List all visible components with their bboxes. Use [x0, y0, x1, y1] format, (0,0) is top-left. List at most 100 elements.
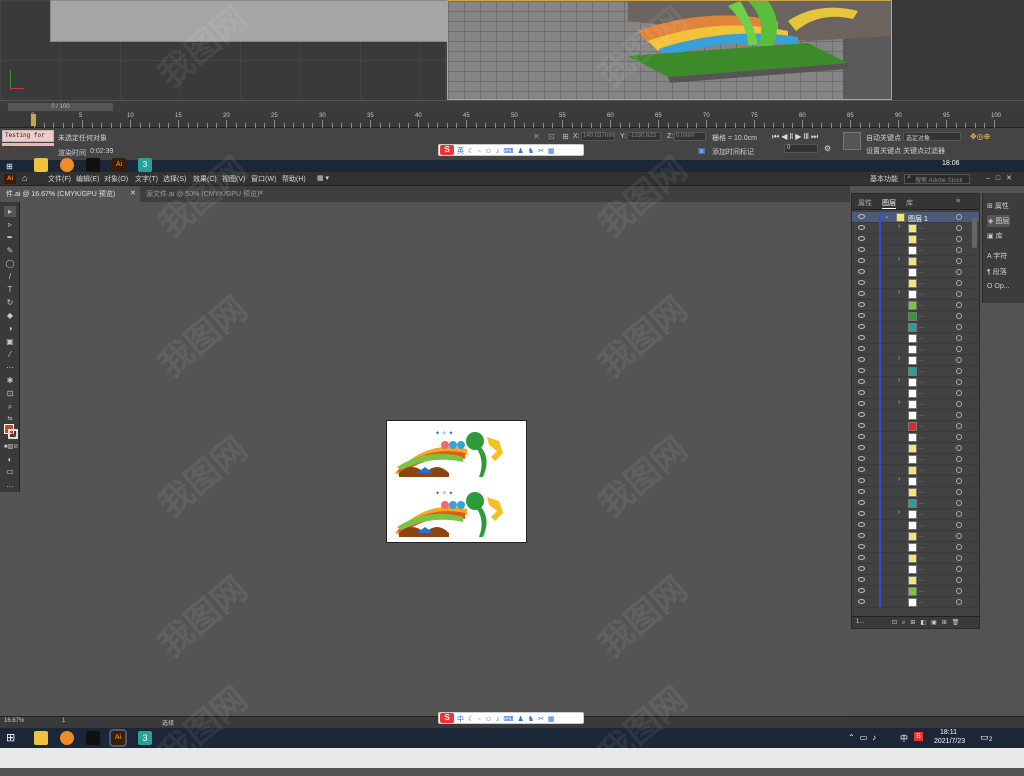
- target-circle-icon[interactable]: [956, 368, 962, 374]
- menu-help[interactable]: 帮助(H): [282, 174, 306, 184]
- lock-icon[interactable]: ✕: [533, 132, 540, 141]
- sublayer-name[interactable]: ...: [919, 566, 924, 572]
- visibility-eye-icon[interactable]: [858, 258, 865, 263]
- layer-sublayer-row[interactable]: ...: [852, 267, 979, 278]
- type-tool-icon[interactable]: T: [4, 284, 16, 295]
- expand-chevron-icon[interactable]: ›: [898, 223, 900, 230]
- expand-chevron-icon[interactable]: ⌄: [884, 212, 890, 220]
- playback-controls[interactable]: ⏮◀Ⅱ▶Ⅲ⏭: [772, 132, 820, 142]
- more-tools-icon[interactable]: …: [4, 479, 16, 490]
- clock-time[interactable]: 18:11: [940, 729, 957, 736]
- windows-start-icon[interactable]: ⊞: [6, 162, 13, 171]
- target-circle-icon[interactable]: [956, 269, 962, 275]
- target-circle-icon[interactable]: [956, 280, 962, 286]
- layer-row-top[interactable]: ⌄ 图层 1: [852, 212, 979, 223]
- dock-opentype[interactable]: O Op...: [987, 283, 1010, 290]
- layer-sublayer-row[interactable]: ...: [852, 366, 979, 377]
- layer-sublayer-row[interactable]: ...: [852, 520, 979, 531]
- layer-sublayer-row[interactable]: ...: [852, 575, 979, 586]
- target-circle-icon[interactable]: [956, 357, 962, 363]
- layer-sublayer-row[interactable]: ...: [852, 432, 979, 443]
- dock-layers[interactable]: ◈ 图层: [987, 215, 1011, 227]
- target-circle-icon[interactable]: [956, 390, 962, 396]
- visibility-eye-icon[interactable]: [858, 577, 865, 582]
- sublayer-name[interactable]: ...: [919, 236, 924, 242]
- pen-tool-icon[interactable]: ✒: [4, 232, 16, 243]
- browser-icon[interactable]: [60, 158, 74, 172]
- explorer-icon[interactable]: [34, 158, 48, 172]
- home-icon[interactable]: ⌂: [22, 173, 27, 183]
- expand-chevron-icon[interactable]: ›: [898, 256, 900, 263]
- visibility-eye-icon[interactable]: [858, 214, 865, 219]
- layer-sublayer-row[interactable]: ...: [852, 333, 979, 344]
- layer-sublayer-row[interactable]: ...: [852, 245, 979, 256]
- layer-sublayer-row[interactable]: ›...: [852, 399, 979, 410]
- layer-sublayer-row[interactable]: ...: [852, 300, 979, 311]
- target-circle-icon[interactable]: [956, 335, 962, 341]
- ellipse-tool-icon[interactable]: ◯: [4, 258, 16, 269]
- brush-tool-icon[interactable]: /: [4, 271, 16, 282]
- sublayer-name[interactable]: ...: [919, 467, 924, 473]
- menu-window[interactable]: 窗口(W): [251, 174, 276, 184]
- layer-sublayer-row[interactable]: ...: [852, 487, 979, 498]
- artboard[interactable]: ✦ ✧ ✦ ✦ ✧ ✦: [386, 420, 527, 543]
- target-circle-icon[interactable]: [956, 247, 962, 253]
- panel-menu-icon[interactable]: ≡: [956, 198, 960, 205]
- time-cursor[interactable]: [31, 114, 36, 126]
- browser-icon[interactable]: [60, 731, 74, 745]
- windows-start-icon[interactable]: ⊞: [6, 731, 15, 744]
- target-circle-icon[interactable]: [956, 302, 962, 308]
- sublayer-name[interactable]: ...: [919, 423, 924, 429]
- menu-edit[interactable]: 编辑(E): [76, 174, 99, 184]
- visibility-eye-icon[interactable]: [858, 566, 865, 571]
- tab-document-2[interactable]: 源文件.ai @ 50% (CMYK/GPU 预览) ✕: [140, 186, 270, 202]
- tab-layers[interactable]: 图层: [882, 198, 896, 209]
- dock-paragraph[interactable]: ¶ 段落: [987, 267, 1007, 277]
- tab-libraries[interactable]: 库: [906, 198, 913, 208]
- close-icon[interactable]: ✕: [130, 189, 136, 197]
- layer-sublayer-row[interactable]: ›...: [852, 476, 979, 487]
- layer-sublayer-row[interactable]: ...: [852, 421, 979, 432]
- layer-sublayer-row[interactable]: ›...: [852, 377, 979, 388]
- direct-selection-tool-icon[interactable]: ▹: [4, 219, 16, 230]
- target-circle-icon[interactable]: [956, 313, 962, 319]
- z-field[interactable]: 0.0mm: [674, 132, 706, 141]
- zoom-level[interactable]: 16.67%: [4, 718, 24, 724]
- target-circle-icon[interactable]: [956, 412, 962, 418]
- layer-sublayer-row[interactable]: ...: [852, 344, 979, 355]
- layer-sublayer-row[interactable]: ...: [852, 278, 979, 289]
- tab-document-1[interactable]: 件.ai @ 16.67% (CMYK/GPU 预览) ✕: [0, 186, 140, 202]
- visibility-eye-icon[interactable]: [858, 368, 865, 373]
- menu-object[interactable]: 对象(O): [104, 174, 128, 184]
- menu-type[interactable]: 文字(T): [135, 174, 158, 184]
- curvature-tool-icon[interactable]: ✎: [4, 245, 16, 256]
- visibility-eye-icon[interactable]: [858, 412, 865, 417]
- sublayer-name[interactable]: ...: [919, 401, 924, 407]
- viewport-perspective[interactable]: [447, 0, 892, 100]
- visibility-eye-icon[interactable]: [858, 445, 865, 450]
- target-circle-icon[interactable]: [956, 533, 962, 539]
- layer-sublayer-row[interactable]: ›...: [852, 509, 979, 520]
- target-circle-icon[interactable]: [956, 599, 962, 605]
- target-circle-icon[interactable]: [956, 291, 962, 297]
- visibility-eye-icon[interactable]: [858, 335, 865, 340]
- tray-language[interactable]: 中: [900, 733, 908, 744]
- menu-view[interactable]: 视图(V): [222, 174, 245, 184]
- key-filters-button[interactable]: 关键点过滤器: [903, 146, 945, 156]
- set-key-label[interactable]: 设置关键点: [866, 146, 901, 156]
- target-circle-icon[interactable]: [956, 423, 962, 429]
- sublayer-name[interactable]: ...: [919, 555, 924, 561]
- expand-chevron-icon[interactable]: ›: [898, 355, 900, 362]
- sublayer-name[interactable]: ...: [919, 313, 924, 319]
- sublayer-name[interactable]: ...: [919, 412, 924, 418]
- target-circle-icon[interactable]: [956, 434, 962, 440]
- visibility-eye-icon[interactable]: [858, 423, 865, 428]
- terminal-icon[interactable]: [86, 731, 100, 745]
- layer-sublayer-row[interactable]: ...: [852, 542, 979, 553]
- target-circle-icon[interactable]: [956, 500, 962, 506]
- target-circle-icon[interactable]: [956, 324, 962, 330]
- ime-icons[interactable]: 英☾◦☺♪⌨♟♞✂▦: [457, 146, 559, 156]
- sublayer-name[interactable]: ...: [919, 456, 924, 462]
- target-circle-icon[interactable]: [956, 445, 962, 451]
- tray-icons[interactable]: ⌃▭♪: [848, 733, 881, 742]
